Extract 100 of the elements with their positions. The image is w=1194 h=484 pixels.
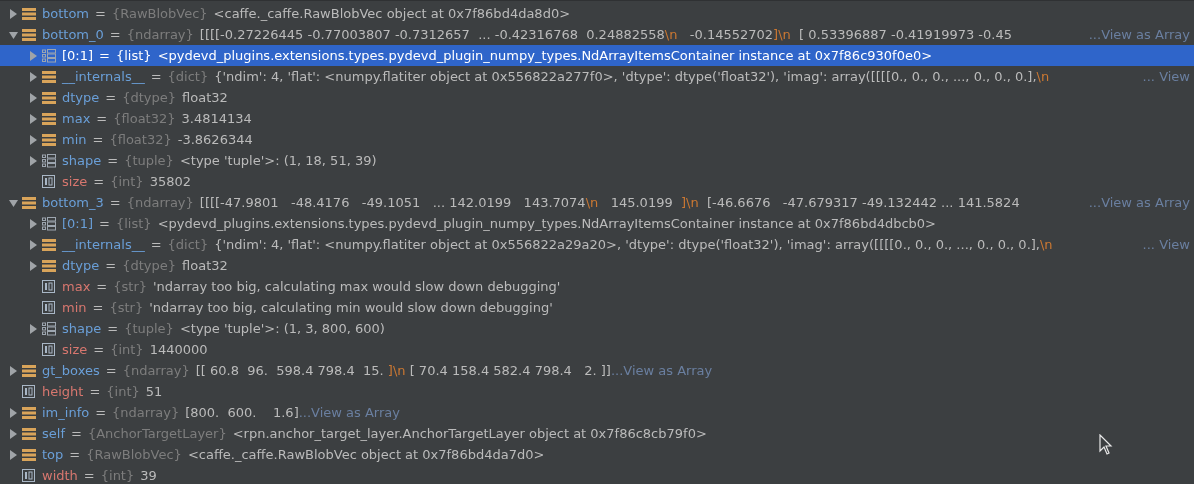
equals-sign: =: [109, 27, 121, 42]
expand-arrow-icon[interactable]: [28, 113, 38, 124]
array-icon: [22, 195, 36, 210]
expand-arrow-icon[interactable]: [8, 449, 18, 460]
type-label: {str}: [109, 300, 144, 315]
variable-row[interactable]: self = {AnchorTargetLayer} <rpn.anchor_target_layer.AnchorTargetLayer object at 0x7f86c8cb79f0>: [0, 423, 1194, 444]
variable-row[interactable]: shape = {tuple} <type 'tuple'>: (1, 18, 51, 39): [0, 150, 1194, 171]
variable-name: [0:1]: [62, 216, 94, 231]
type-label: {ndarray}: [126, 27, 194, 42]
expand-arrow-icon[interactable]: [8, 428, 18, 439]
type-label: {ndarray}: [112, 405, 180, 420]
variable-value: <type 'tuple'>: (1, 18, 51, 39): [179, 153, 377, 168]
type-label: {int}: [106, 384, 140, 399]
expand-arrow-icon[interactable]: [28, 92, 38, 103]
variable-name: gt_boxes: [42, 363, 100, 378]
variable-row[interactable]: dtype = {dtype} float32: [0, 87, 1194, 108]
expand-arrow-icon[interactable]: [28, 218, 38, 229]
variable-name: top: [42, 447, 64, 462]
expand-arrow-icon[interactable]: [28, 71, 38, 82]
collapse-arrow-icon[interactable]: [8, 197, 18, 208]
variable-value: [[[[-47.9801 -48.4176 -49.1051 ... 142.0199 143.7074\n 145.0199 ]\n [-46.6676 -47.679317 -49.132442 ... 141.5824: [199, 195, 1020, 210]
array-icon: [42, 258, 56, 273]
variable-value: float32: [182, 258, 228, 273]
variable-value: <rpn.anchor_target_layer.AnchorTargetLayer object at 0x7f86c8cb79f0>: [232, 426, 707, 441]
variable-name: dtype: [62, 258, 100, 273]
variable-name: [0:1]: [62, 48, 94, 63]
binary-value-icon: [42, 279, 56, 294]
expand-arrow-icon[interactable]: [28, 134, 38, 145]
array-icon: [42, 90, 56, 105]
equals-sign: =: [109, 195, 121, 210]
variable-value: 39: [140, 468, 157, 483]
binary-value-icon: [22, 384, 36, 399]
equals-sign: =: [96, 279, 108, 294]
variable-row[interactable]: dtype = {dtype} float32: [0, 255, 1194, 276]
variable-row[interactable]: im_info = {ndarray} [800. 600. 1.6]...View as Array: [0, 402, 1194, 423]
variable-row[interactable]: top = {RawBlobVec} <caffe._caffe.RawBlobVec object at 0x7f86bd4da7d0>: [0, 444, 1194, 465]
variable-row[interactable]: gt_boxes = {ndarray} [[ 60.8 96. 598.4 798.4 15. ]\n [ 70.4 158.4 582.4 798.4 2. ]]...View as Array: [0, 360, 1194, 381]
variable-value: [800. 600. 1.6]: [185, 405, 299, 420]
variable-row[interactable]: max = {float32} 3.4814134: [0, 108, 1194, 129]
variable-row[interactable]: shape = {tuple} <type 'tuple'>: (1, 3, 800, 600): [0, 318, 1194, 339]
variable-row[interactable]: size = {int} 35802: [0, 171, 1194, 192]
variable-name: min: [62, 132, 87, 147]
variable-name: shape: [62, 153, 102, 168]
numbered-list-icon: [42, 153, 56, 168]
type-label: {dtype}: [122, 90, 177, 105]
array-icon: [22, 6, 36, 21]
type-label: {RawBlobVec}: [86, 447, 182, 462]
type-label: {RawBlobVec}: [111, 6, 208, 21]
variable-row[interactable]: __internals__ = {dict} {'ndim': 4, 'flat': <numpy.flatiter object at 0x556822a29a20>, 'dtype': dtype('float32'), 'imag': array([[[[0., 0., 0., ..., 0., 0., 0.],\n ... View: [0, 234, 1194, 255]
binary-value-icon: [42, 300, 56, 315]
equals-sign: =: [95, 405, 107, 420]
variable-row[interactable]: [0:1] = {list} <pydevd_plugins.extensions.types.pydevd_plugin_numpy_types.NdArrayItemsContainer instance at 0x7f86c930f0e0>: [0, 45, 1194, 66]
variable-row[interactable]: height = {int} 51: [0, 381, 1194, 402]
variable-row[interactable]: [0:1] = {list} <pydevd_plugins.extensions.types.pydevd_plugin_numpy_types.NdArrayItemsContainer instance at 0x7f86bd4dbcb0>: [0, 213, 1194, 234]
type-label: {str}: [113, 279, 147, 294]
variable-name: min: [62, 300, 87, 315]
variable-name: max: [62, 111, 91, 126]
variable-row[interactable]: width = {int} 39: [0, 465, 1194, 484]
variable-row[interactable]: bottom_3 = {ndarray} [[[[-47.9801 -48.4176 -49.1051 ... 142.0199 143.7074\n 145.0199 ]\n [-46.6676 -47.679317 -49.132442 ... 141.5824 ...View as Array: [0, 192, 1194, 213]
equals-sign: =: [105, 258, 117, 273]
expand-arrow-icon[interactable]: [8, 407, 18, 418]
numbered-list-icon: [42, 321, 56, 336]
type-label: {int}: [110, 342, 144, 357]
equals-sign: =: [89, 384, 101, 399]
collapse-arrow-icon[interactable]: [8, 29, 18, 40]
mouse-cursor-icon: [1099, 434, 1113, 456]
variable-value: float32: [182, 90, 228, 105]
binary-value-icon: [42, 342, 56, 357]
equals-sign: =: [105, 90, 117, 105]
expand-arrow-icon[interactable]: [8, 8, 18, 19]
variable-value: <pydevd_plugins.extensions.types.pydevd_plugin_numpy_types.NdArrayItemsContainer instance at 0x7f86c930f0e0>: [157, 48, 933, 63]
type-label: {ndarray}: [122, 363, 190, 378]
expand-arrow-icon[interactable]: [28, 155, 38, 166]
array-icon: [42, 69, 56, 84]
type-label: {float32}: [113, 111, 176, 126]
variable-name: width: [42, 468, 78, 483]
array-icon: [22, 405, 36, 420]
type-label: {dict}: [167, 69, 209, 84]
variable-value: -3.8626344: [177, 132, 253, 147]
variable-value: <caffe._caffe.RawBlobVec object at 0x7f86bd4da7d0>: [187, 447, 545, 462]
equals-sign: =: [83, 468, 95, 483]
variable-value: 51: [145, 384, 163, 399]
variable-name: dtype: [62, 90, 100, 105]
variable-row[interactable]: bottom = {RawBlobVec} <caffe._caffe.RawBlobVec object at 0x7f86bd4da8d0>: [0, 3, 1194, 24]
variable-row[interactable]: min = {float32} -3.8626344: [0, 129, 1194, 150]
expand-arrow-icon[interactable]: [28, 239, 38, 250]
variable-value: 3.4814134: [181, 111, 252, 126]
variable-name: max: [62, 279, 91, 294]
expand-arrow-icon[interactable]: [8, 365, 18, 376]
array-icon: [42, 111, 56, 126]
variable-row[interactable]: max = {str} 'ndarray too big, calculating max would slow down debugging': [0, 276, 1194, 297]
expand-arrow-icon[interactable]: [28, 323, 38, 334]
equals-sign: =: [93, 342, 105, 357]
variable-row[interactable]: __internals__ = {dict} {'ndim': 4, 'flat': <numpy.flatiter object at 0x556822a277f0>, 'dtype': dtype('float32'), 'imag': array([[[[0., 0., 0., ..., 0., 0., 0.],\n ... View: [0, 66, 1194, 87]
variable-row[interactable]: min = {str} 'ndarray too big, calculating min would slow down debugging': [0, 297, 1194, 318]
variable-row[interactable]: size = {int} 1440000: [0, 339, 1194, 360]
type-label: {int}: [100, 468, 135, 483]
equals-sign: =: [95, 6, 106, 21]
expand-arrow-icon[interactable]: [28, 260, 38, 271]
variable-row[interactable]: bottom_0 = {ndarray} [[[[-0.27226445 -0.77003807 -0.7312657 ... -0.42316768 0.24882558\n -0.14552702]\n [ 0.53396887 -0.41919973 -0.45 ...View as Array: [0, 24, 1194, 45]
